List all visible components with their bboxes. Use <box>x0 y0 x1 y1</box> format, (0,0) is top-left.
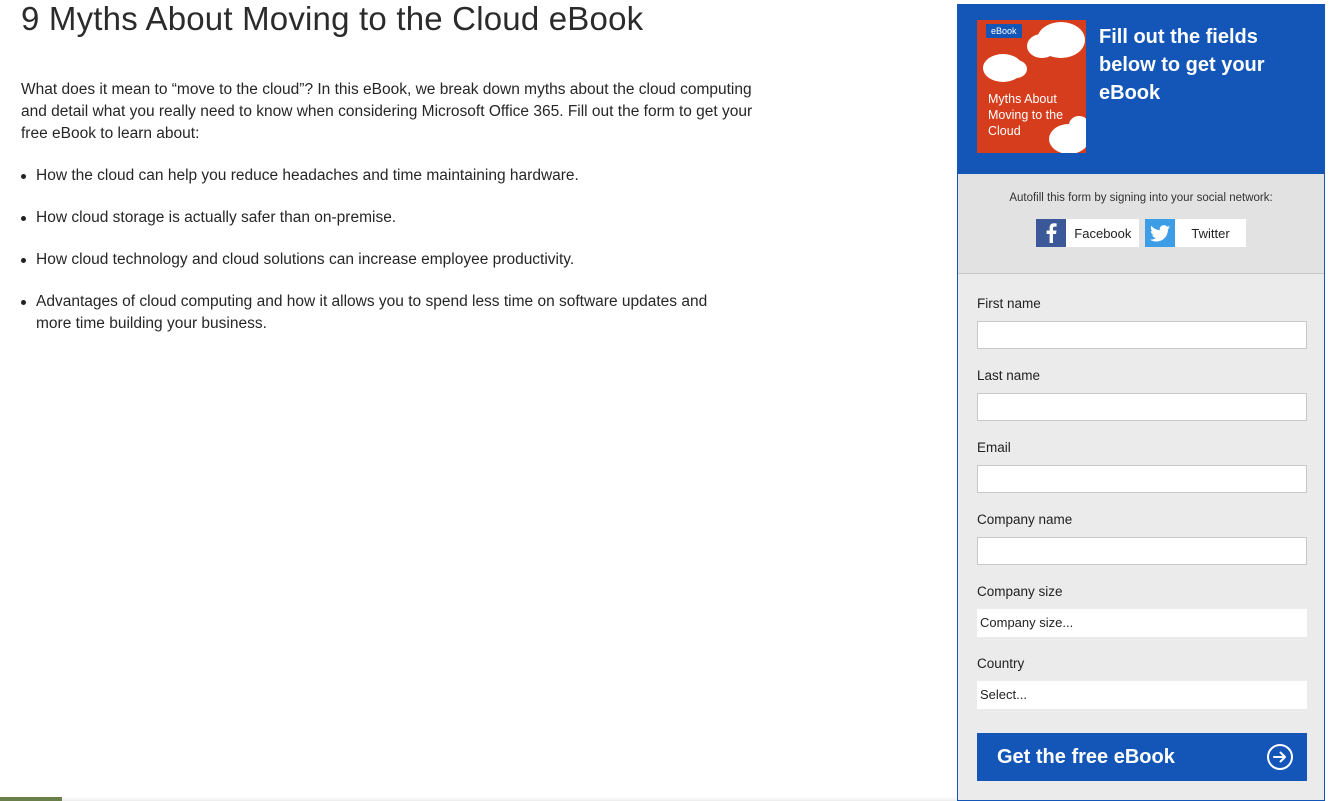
facebook-label: Facebook <box>1074 225 1132 241</box>
bullet-icon <box>21 174 26 179</box>
last-name-label: Last name <box>977 368 1041 383</box>
company-name-field: Company name <box>977 512 1307 565</box>
panel-heading: Fill out the fields below to get your eB… <box>1099 26 1265 104</box>
benefits-list: How the cloud can help you reduce headac… <box>21 165 761 335</box>
first-name-field: First name <box>977 296 1307 349</box>
country-label: Country <box>977 656 1025 671</box>
facebook-button[interactable]: Facebook <box>1036 219 1140 247</box>
panel-header: eBook Myths About Moving to the Cloud Fi… <box>958 5 1324 174</box>
bullet-icon <box>21 258 26 263</box>
signup-form: First name Last name Email Company name … <box>958 274 1324 781</box>
country-field: Country Select... <box>977 656 1307 709</box>
main-content: 9 Myths About Moving to the Cloud eBook … <box>21 0 761 355</box>
email-field: Email <box>977 440 1307 493</box>
first-name-input[interactable] <box>977 321 1307 349</box>
email-label: Email <box>977 440 1011 455</box>
last-name-input[interactable] <box>977 393 1307 421</box>
bullet-icon <box>21 300 26 305</box>
social-buttons: Facebook Twitter <box>958 219 1324 247</box>
social-autofill-text: Autofill this form by signing into your … <box>1009 192 1273 204</box>
first-name-label: First name <box>977 296 1041 311</box>
company-size-select[interactable]: Company size... <box>977 609 1307 637</box>
arrow-right-circle-icon <box>1267 744 1293 770</box>
get-ebook-button[interactable]: Get the free eBook <box>977 733 1307 781</box>
page-title: 9 Myths About Moving to the Cloud eBook <box>21 0 644 37</box>
cover-title: Myths About Moving to the Cloud <box>988 92 1064 138</box>
company-size-label: Company size <box>977 584 1063 599</box>
company-name-input[interactable] <box>977 537 1307 565</box>
ebook-cover-image: eBook Myths About Moving to the Cloud <box>977 20 1086 153</box>
twitter-label: Twitter <box>1191 225 1230 241</box>
country-select[interactable]: Select... <box>977 681 1307 709</box>
twitter-button[interactable]: Twitter <box>1145 219 1246 247</box>
list-item: How the cloud can help you reduce headac… <box>21 165 736 187</box>
social-autofill: Autofill this form by signing into your … <box>958 174 1324 274</box>
company-name-label: Company name <box>977 512 1073 527</box>
list-item: How cloud technology and cloud solutions… <box>21 249 736 271</box>
get-ebook-label: Get the free eBook <box>997 745 1175 768</box>
bullet-icon <box>21 216 26 221</box>
company-size-field: Company size Company size... <box>977 584 1307 637</box>
facebook-icon <box>1036 219 1067 247</box>
cover-badge: eBook <box>986 24 1022 38</box>
twitter-icon <box>1145 219 1176 247</box>
signup-panel: eBook Myths About Moving to the Cloud Fi… <box>957 4 1325 801</box>
cloud-shape <box>1027 34 1057 58</box>
list-item: Advantages of cloud computing and how it… <box>21 291 736 335</box>
page-bottom-shadow <box>0 797 957 801</box>
email-input[interactable] <box>977 465 1307 493</box>
list-item: How cloud storage is actually safer than… <box>21 207 736 229</box>
cloud-shape <box>1005 60 1027 78</box>
bottom-edge-strip <box>0 797 62 801</box>
last-name-field: Last name <box>977 368 1307 421</box>
intro-paragraph: What does it mean to “move to the cloud”… <box>21 81 753 142</box>
